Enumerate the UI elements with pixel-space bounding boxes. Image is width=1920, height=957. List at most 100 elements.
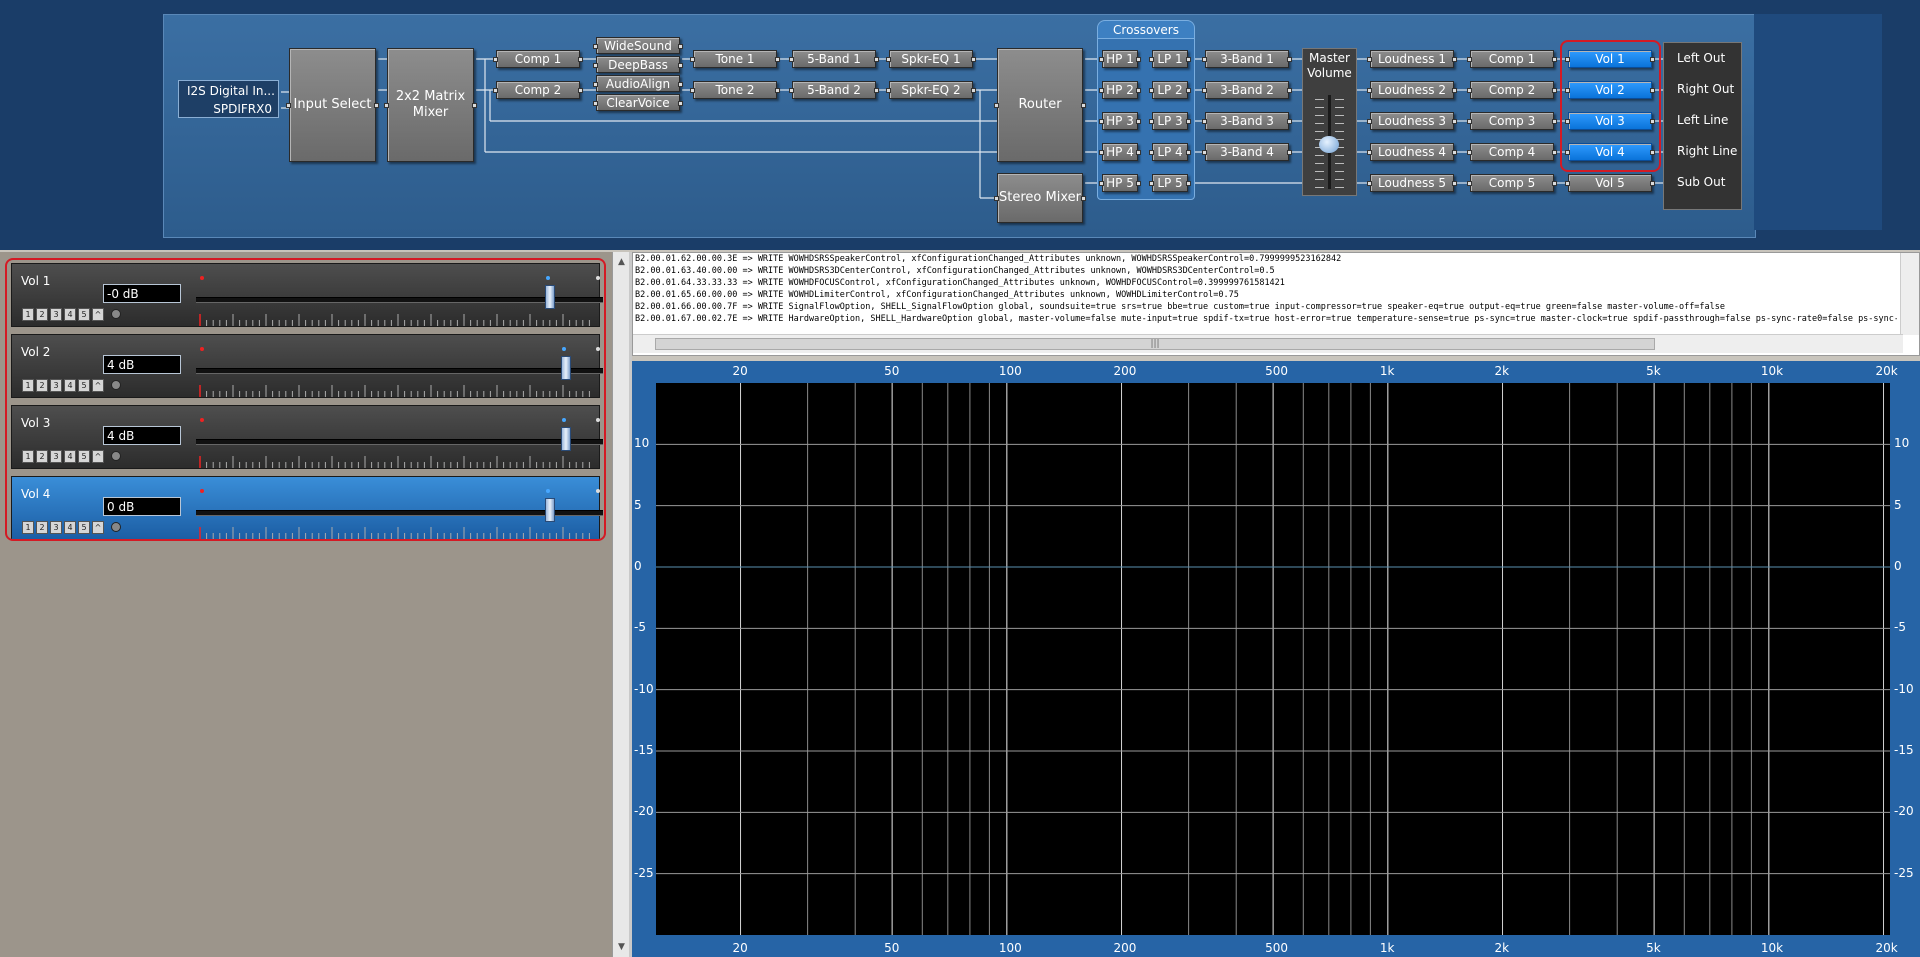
loudness-3-block[interactable]: Loudness 3	[1370, 112, 1454, 130]
output-right-out: Right Out	[1677, 82, 1735, 96]
volume-value-field[interactable]: -0 dB	[103, 284, 181, 303]
preset-button-2[interactable]: 2	[36, 379, 48, 392]
log-vertical-scrollbar[interactable]	[1900, 253, 1919, 335]
preset-button-3[interactable]: 3	[50, 521, 62, 534]
output-comp-2-block[interactable]: Comp 2	[1470, 81, 1554, 99]
vol-5-block[interactable]: Vol 5	[1568, 174, 1652, 192]
hp-4-block[interactable]: HP 4	[1102, 143, 1138, 161]
preset-button-2[interactable]: 2	[36, 450, 48, 463]
band3-2-block[interactable]: 3-Band 2	[1205, 81, 1289, 99]
loudness-1-block[interactable]: Loudness 1	[1370, 50, 1454, 68]
band5-2-block[interactable]: 5-Band 2	[792, 81, 876, 99]
log-scroll-thumb[interactable]: |||	[655, 338, 1655, 350]
volume-slider-thumb[interactable]	[561, 356, 572, 380]
tone-1-block[interactable]: Tone 1	[693, 50, 777, 68]
input-comp-1-block[interactable]: Comp 1	[496, 50, 580, 68]
port-in	[593, 100, 598, 106]
effect-deepbass-block[interactable]: DeepBass	[596, 56, 680, 73]
port-in	[1149, 88, 1154, 93]
reset-icon[interactable]	[111, 522, 121, 532]
lp-2-block[interactable]: LP 2	[1152, 81, 1188, 99]
preset-button-3[interactable]: 3	[50, 450, 62, 463]
preset-button-2[interactable]: 2	[36, 308, 48, 321]
preset-button-6[interactable]: ^	[92, 521, 104, 534]
plot-area[interactable]	[656, 383, 1890, 935]
preset-button-1[interactable]: 1	[22, 308, 34, 321]
lp-1-block[interactable]: LP 1	[1152, 50, 1188, 68]
output-comp-3-block[interactable]: Comp 3	[1470, 112, 1554, 130]
band3-1-block[interactable]: 3-Band 1	[1205, 50, 1289, 68]
router-block[interactable]: Router	[997, 48, 1083, 162]
preset-button-4[interactable]: 4	[64, 308, 76, 321]
preset-button-3[interactable]: 3	[50, 308, 62, 321]
volume-control-2[interactable]: Vol 2 4 dB 1 2 3 4 5 ^	[11, 334, 603, 398]
spkr-eq-2-block[interactable]: Spkr-EQ 2	[889, 81, 973, 99]
hp-1-block[interactable]: HP 1	[1102, 50, 1138, 68]
master-volume-knob[interactable]	[1319, 136, 1339, 153]
preset-button-6[interactable]: ^	[92, 379, 104, 392]
input-comp-2-block[interactable]: Comp 2	[496, 81, 580, 99]
hp-3-block[interactable]: HP 3	[1102, 112, 1138, 130]
tone-2-block[interactable]: Tone 2	[693, 81, 777, 99]
loudness-4-block[interactable]: Loudness 4	[1370, 143, 1454, 161]
volume-slider-thumb[interactable]	[545, 498, 556, 522]
effect-widesound-block[interactable]: WideSound	[596, 37, 680, 54]
lp-4-block[interactable]: LP 4	[1152, 143, 1188, 161]
effect-clearvoice-block[interactable]: ClearVoice	[596, 94, 680, 111]
hp-5-block[interactable]: HP 5	[1102, 174, 1138, 192]
loudness-2-block[interactable]: Loudness 2	[1370, 81, 1454, 99]
spkr-eq-1-block[interactable]: Spkr-EQ 1	[889, 50, 973, 68]
master-volume-block[interactable]: Master Volume	[1302, 48, 1357, 196]
preset-button-5[interactable]: 5	[78, 521, 90, 534]
matrix-mixer-block[interactable]: 2x2 Matrix Mixer	[387, 48, 474, 162]
preset-button-6[interactable]: ^	[92, 308, 104, 321]
band5-1-block[interactable]: 5-Band 1	[792, 50, 876, 68]
preset-button-1[interactable]: 1	[22, 450, 34, 463]
port-in	[1149, 57, 1154, 62]
preset-button-1[interactable]: 1	[22, 379, 34, 392]
stereo-mixer-block[interactable]: Stereo Mixer	[997, 173, 1083, 223]
output-comp-4-block[interactable]: Comp 4	[1470, 143, 1554, 161]
preset-button-6[interactable]: ^	[92, 450, 104, 463]
volume-slider-thumb[interactable]	[561, 427, 572, 451]
lp-3-block[interactable]: LP 3	[1152, 112, 1188, 130]
volume-value-field[interactable]: 4 dB	[103, 426, 181, 445]
port-out	[1650, 181, 1655, 186]
reset-icon[interactable]	[111, 451, 121, 461]
output-comp-1-block[interactable]: Comp 1	[1470, 50, 1554, 68]
preset-button-5[interactable]: 5	[78, 379, 90, 392]
input-select-block[interactable]: Input Select	[289, 48, 376, 162]
lp-5-block[interactable]: LP 5	[1152, 174, 1188, 192]
volume-slider-thumb[interactable]	[545, 285, 556, 309]
volume-slider-track[interactable]	[196, 439, 603, 445]
volume-slider-track[interactable]	[196, 368, 603, 374]
volume-slider-track[interactable]	[196, 510, 603, 516]
reset-icon[interactable]	[111, 309, 121, 319]
volume-value-field[interactable]: 4 dB	[103, 355, 181, 374]
band3-3-block[interactable]: 3-Band 3	[1205, 112, 1289, 130]
input-source-block[interactable]: I2S Digital In... SPDIFRX0	[178, 80, 279, 118]
preset-button-4[interactable]: 4	[64, 450, 76, 463]
scroll-down-icon[interactable]: ▼	[613, 939, 630, 955]
preset-button-1[interactable]: 1	[22, 521, 34, 534]
left-scrollbar[interactable]: ▲ ▼	[612, 252, 630, 957]
volume-control-4[interactable]: Vol 4 0 dB 1 2 3 4 5 ^	[11, 476, 603, 539]
preset-button-5[interactable]: 5	[78, 308, 90, 321]
output-comp-5-block[interactable]: Comp 5	[1470, 174, 1554, 192]
preset-button-2[interactable]: 2	[36, 521, 48, 534]
reset-icon[interactable]	[111, 380, 121, 390]
volume-slider-track[interactable]	[196, 297, 603, 303]
preset-button-5[interactable]: 5	[78, 450, 90, 463]
log-horizontal-scrollbar[interactable]: |||	[633, 334, 1903, 353]
volume-control-1[interactable]: Vol 1 -0 dB 1 2 3 4 5 ^	[11, 263, 603, 327]
effect-audioalign-block[interactable]: AudioAlign	[596, 75, 680, 92]
band3-4-block[interactable]: 3-Band 4	[1205, 143, 1289, 161]
hp-2-block[interactable]: HP 2	[1102, 81, 1138, 99]
volume-value-field[interactable]: 0 dB	[103, 497, 181, 516]
volume-control-3[interactable]: Vol 3 4 dB 1 2 3 4 5 ^	[11, 405, 603, 469]
loudness-5-block[interactable]: Loudness 5	[1370, 174, 1454, 192]
preset-button-3[interactable]: 3	[50, 379, 62, 392]
scroll-up-icon[interactable]: ▲	[613, 254, 630, 270]
preset-button-4[interactable]: 4	[64, 379, 76, 392]
preset-button-4[interactable]: 4	[64, 521, 76, 534]
